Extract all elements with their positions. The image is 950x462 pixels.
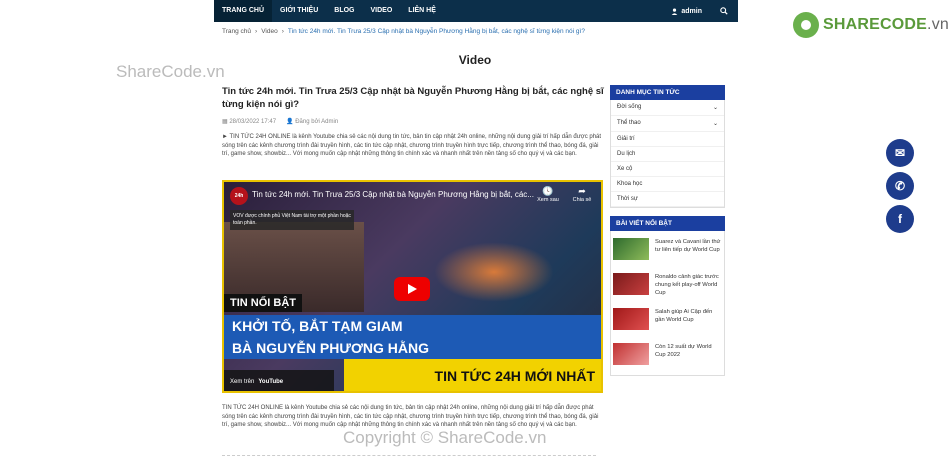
video-tag: TIN NỔI BẬT <box>224 294 302 312</box>
clock-icon: 🕓 <box>542 186 554 196</box>
nav-contact[interactable]: LIÊN HỆ <box>400 0 444 22</box>
play-button-icon[interactable] <box>394 277 430 301</box>
featured-heading: BÀI VIẾT NỔI BẬT <box>610 216 725 231</box>
chevron-down-icon[interactable]: ⌄ <box>713 120 718 127</box>
mail-icon: ✉ <box>894 146 906 160</box>
phone-button[interactable]: ✆ <box>886 172 914 200</box>
nav-blog[interactable]: BLOG <box>326 0 362 22</box>
article-meta: ▦ 28/03/2022 17:47 👤 Đăng bởi Admin <box>222 118 604 125</box>
logo-suffix: .vn <box>927 16 949 33</box>
featured-thumbnail[interactable] <box>613 343 649 365</box>
search-button[interactable] <box>716 3 732 19</box>
featured-item[interactable]: Còn 12 suất dự World Cup 2022 <box>611 340 724 369</box>
sidebar: DANH MỤC TIN TỨC Đời sống ⌄ Thể thao ⌄ Giả… <box>610 85 725 376</box>
category-label: Du lịch <box>617 151 636 157</box>
featured-item[interactable]: Ronaldo cảnh giác trước chung kết play-o… <box>611 270 724 299</box>
featured-item[interactable]: Suarez và Cavani lần thứ tư liên tiếp dự… <box>611 235 724 264</box>
logo-text: SHARECODE.vn <box>823 16 949 34</box>
facebook-icon: f <box>898 212 902 226</box>
youtube-logo-icon: YouTube <box>258 379 284 385</box>
video-headline-2: BÀ NGUYỄN PHƯƠNG HẰNG <box>224 337 601 359</box>
category-item[interactable]: Xe cộ <box>611 162 724 177</box>
logo-brand: SHARECODE <box>823 16 928 33</box>
watch-on-label: Xem trên <box>230 379 255 385</box>
watch-on-youtube-button[interactable]: Xem trên YouTube <box>224 370 334 391</box>
nav-about[interactable]: GIỚI THIỆU <box>272 0 326 22</box>
watermark-top: ShareCode.vn <box>116 62 225 81</box>
category-item[interactable]: Giải trí <box>611 132 724 147</box>
youtube-embed[interactable]: 24h Tin tức 24h mới. Tin Trưa 25/3 Cập n… <box>222 180 603 393</box>
vov-notice: VOV được chính phủ Việt Nam tài trợ một … <box>230 210 354 230</box>
featured-thumbnail[interactable] <box>613 308 649 330</box>
category-item[interactable]: Thể thao ⌄ <box>611 116 724 132</box>
category-label: Thời sự <box>617 196 638 202</box>
username: admin <box>681 7 702 15</box>
category-label: Thể thao <box>617 120 641 126</box>
category-item[interactable]: Đời sống ⌄ <box>611 100 724 116</box>
calendar-icon: ▦ <box>222 119 228 125</box>
breadcrumb-current: Tin tức 24h mới. Tin Trưa 25/3 Cập nhật … <box>287 28 585 35</box>
watermark-bottom: Copyright © ShareCode.vn <box>343 428 547 447</box>
category-item[interactable]: Du lịch <box>611 147 724 162</box>
categories-heading: DANH MỤC TIN TỨC <box>610 85 725 100</box>
watch-later-button[interactable]: 🕓 Xem sau <box>533 186 563 203</box>
phone-icon: ✆ <box>894 179 906 193</box>
top-navbar: TRANG CHỦ GIỚI THIỆU BLOG VIDEO LIÊN HỆ … <box>214 0 738 22</box>
video-light <box>434 242 554 302</box>
article-intro: ► TIN TỨC 24H ONLINE là kênh Youtube chi… <box>222 134 602 157</box>
category-item[interactable]: Khoa học <box>611 177 724 192</box>
featured-title[interactable]: Còn 12 suất dự World Cup 2022 <box>655 343 722 366</box>
category-label: Đời sống <box>617 104 642 110</box>
article-author: Đăng bởi Admin <box>295 119 339 125</box>
user-menu[interactable]: admin <box>671 8 702 15</box>
main-nav: TRANG CHỦ GIỚI THIỆU BLOG VIDEO LIÊN HỆ <box>214 0 444 22</box>
video-headline-3: TIN TỨC 24H MỚI NHẤT <box>344 359 601 391</box>
category-list: Đời sống ⌄ Thể thao ⌄ Giải trí Du lịch Xe … <box>610 100 725 208</box>
category-label: Giải trí <box>617 136 635 142</box>
breadcrumb: Trang chủ › Video › Tin tức 24h mới. Tin… <box>222 28 585 35</box>
article-author-wrap: 👤 Đăng bởi Admin <box>286 118 338 125</box>
featured-title[interactable]: Ronaldo cảnh giác trước chung kết play-o… <box>655 273 722 296</box>
user-icon <box>672 7 678 15</box>
breadcrumb-home[interactable]: Trang chủ <box>222 28 251 35</box>
category-label: Khoa học <box>617 181 643 187</box>
nav-video[interactable]: VIDEO <box>363 0 401 22</box>
featured-item[interactable]: Salah giúp Ai Cập đến gần World Cup <box>611 305 724 334</box>
search-icon <box>720 7 728 15</box>
topbar-right: admin <box>671 3 738 19</box>
category-item[interactable]: Thời sự <box>611 192 724 207</box>
featured-thumbnail[interactable] <box>613 238 649 260</box>
email-button[interactable]: ✉ <box>886 139 914 167</box>
article: Tin tức 24h mới. Tin Trưa 25/3 Cập nhật … <box>222 85 604 159</box>
channel-avatar[interactable]: 24h <box>230 187 248 205</box>
share-label: Chia sẻ <box>572 197 592 203</box>
article-date-wrap: ▦ 28/03/2022 17:47 <box>222 118 276 125</box>
breadcrumb-video[interactable]: Video <box>261 28 278 35</box>
breadcrumb-separator: › <box>255 28 258 35</box>
sharecode-logo[interactable]: SHARECODE.vn <box>793 12 949 38</box>
article-date: 28/03/2022 17:47 <box>229 119 277 125</box>
category-label: Xe cộ <box>617 166 633 172</box>
chevron-down-icon[interactable]: ⌄ <box>713 104 718 111</box>
article-body: TIN TỨC 24H ONLINE là kênh Youtube chia … <box>222 405 599 428</box>
nav-home[interactable]: TRANG CHỦ <box>214 0 272 22</box>
breadcrumb-separator: › <box>281 28 284 35</box>
logo-mark-icon <box>793 12 819 38</box>
video-headline-1: KHỞI TỐ, BẮT TẠM GIAM <box>224 315 601 337</box>
facebook-button[interactable]: f <box>886 205 914 233</box>
watch-later-label: Xem sau <box>537 197 559 203</box>
divider <box>222 455 596 456</box>
share-button[interactable]: ➦ Chia sẻ <box>567 186 597 203</box>
user-icon: 👤 <box>286 119 294 125</box>
featured-title[interactable]: Suarez và Cavani lần thứ tư liên tiếp dự… <box>655 238 722 261</box>
video-title[interactable]: Tin tức 24h mới. Tin Trưa 25/3 Cập nhật … <box>252 190 542 199</box>
share-icon: ➦ <box>578 186 586 196</box>
featured-title[interactable]: Salah giúp Ai Cập đến gần World Cup <box>655 308 722 331</box>
featured-list: Suarez và Cavani lần thứ tư liên tiếp dự… <box>610 231 725 376</box>
article-title: Tin tức 24h mới. Tin Trưa 25/3 Cập nhật … <box>222 86 604 110</box>
featured-thumbnail[interactable] <box>613 273 649 295</box>
